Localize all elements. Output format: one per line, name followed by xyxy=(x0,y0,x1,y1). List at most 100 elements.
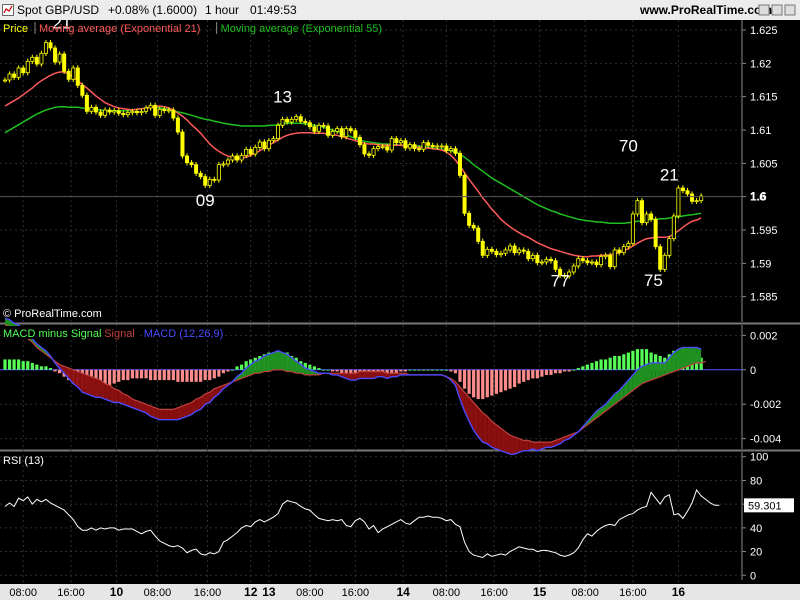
macd-histogram-bar xyxy=(572,369,576,371)
x-tick-label: 08:00 xyxy=(9,587,37,599)
price-candle xyxy=(57,53,62,63)
price-candle xyxy=(549,258,554,262)
macd-histogram-bar xyxy=(458,369,462,382)
price-candle xyxy=(148,104,153,109)
macd-histogram-bar xyxy=(622,354,626,370)
title-bar: Spot GBP/USD +0.08% (1.6000) 1 hour 01:4… xyxy=(0,0,800,21)
macd-histogram-bar xyxy=(189,369,194,382)
rsi-last-value-label: 59.301 xyxy=(748,500,782,512)
macd-histogram-bar xyxy=(235,366,239,370)
price-candle xyxy=(690,193,695,202)
macd-histogram-bar xyxy=(635,349,640,370)
price-candle xyxy=(16,67,21,78)
macd-histogram-bar xyxy=(544,369,549,375)
macd-histogram-bar xyxy=(203,369,207,381)
macd-band xyxy=(678,347,683,370)
macd-band xyxy=(491,421,497,449)
price-candle xyxy=(134,110,139,114)
macd-histogram-bar xyxy=(53,369,57,372)
price-candle xyxy=(553,260,558,270)
macd-histogram-bar xyxy=(626,352,630,370)
macd-histogram-bar xyxy=(7,359,12,370)
price-candle xyxy=(471,224,476,229)
macd-histogram-bar xyxy=(549,369,553,375)
macd-histogram-bar xyxy=(444,369,448,371)
macd-histogram-bar xyxy=(563,369,567,372)
macd-histogram-bar xyxy=(185,369,189,382)
macd-histogram-bar xyxy=(417,369,421,371)
macd-histogram-bar xyxy=(476,369,480,400)
macd-histogram-bar xyxy=(558,369,562,374)
x-tick-label: 16:00 xyxy=(342,587,370,599)
x-tick-label: 08:00 xyxy=(433,587,461,599)
price-candle xyxy=(25,60,30,74)
macd-histogram-bar xyxy=(631,350,635,370)
price-candle xyxy=(571,265,576,273)
price-candle xyxy=(198,172,203,178)
price-candle xyxy=(294,116,299,120)
price-candle xyxy=(580,258,585,262)
price-candle xyxy=(435,145,440,148)
macd-band xyxy=(82,373,87,394)
price-candle xyxy=(312,126,317,132)
price-candle xyxy=(285,118,290,123)
macd-histogram-bar xyxy=(331,369,335,372)
price-candle xyxy=(658,246,663,270)
price-candle xyxy=(617,249,622,254)
price-candle xyxy=(389,138,394,151)
price-candle xyxy=(653,218,658,248)
macd-histogram-bar xyxy=(117,369,121,382)
price-candle xyxy=(7,73,12,81)
macd-histogram-bar xyxy=(139,369,144,379)
macd-band xyxy=(687,347,693,367)
price-candle xyxy=(121,112,126,116)
macd-histogram-bar xyxy=(12,359,16,370)
macd-histogram-bar xyxy=(490,369,494,396)
y-tick-label: 1.62 xyxy=(750,58,771,70)
price-candle xyxy=(608,254,613,268)
macd-band xyxy=(651,362,656,381)
macd-band xyxy=(655,362,661,379)
price-candle xyxy=(271,138,276,142)
price-candle xyxy=(130,110,135,114)
macd-tick-label: -0.004 xyxy=(750,434,781,446)
macd-histogram-bar xyxy=(112,369,116,384)
window-icons[interactable] xyxy=(758,4,798,16)
macd-histogram-bar xyxy=(226,369,230,372)
macd-histogram-bar xyxy=(144,369,148,379)
rsi-tick-label: 100 xyxy=(750,452,768,464)
y-tick-label: 1.625 xyxy=(750,25,778,37)
macd-band xyxy=(105,383,110,401)
macd-histogram-bar xyxy=(522,369,526,382)
macd-histogram-bar xyxy=(44,366,48,370)
x-tick-label: 10 xyxy=(110,585,124,599)
price-candle xyxy=(244,148,249,156)
price-candle xyxy=(539,261,544,264)
macd-histogram-bar xyxy=(135,369,139,379)
macd-histogram-bar xyxy=(121,369,125,381)
y-tick-label: 1.605 xyxy=(750,158,778,170)
macd-band xyxy=(359,371,365,379)
macd-histogram-bar xyxy=(608,357,612,370)
macd-band xyxy=(642,364,647,384)
macd-histogram-bar xyxy=(403,369,407,372)
price-candle xyxy=(221,163,226,166)
macd-histogram-bar xyxy=(321,369,326,371)
macd-band xyxy=(514,436,520,455)
chart-canvas[interactable]: 08:00 16:00 10 08:00 16:00 12 13 08:00 16:00 14 08… xyxy=(0,20,800,600)
macd-histogram-bar xyxy=(617,356,621,370)
x-tick-label: 14 xyxy=(396,585,410,599)
price-candle xyxy=(603,254,608,258)
price-candle xyxy=(621,246,626,254)
macd-band xyxy=(369,371,374,379)
price-candle xyxy=(680,187,685,192)
macd-histogram-bar xyxy=(26,361,30,370)
x-tick-label: 16 xyxy=(672,585,686,599)
price-candle xyxy=(280,118,285,126)
price-candle xyxy=(480,240,485,256)
price-candle xyxy=(430,144,435,148)
macd-histogram-bar xyxy=(453,369,458,374)
x-tick-label: 16:00 xyxy=(619,587,647,599)
watermark: © ProRealTime.com xyxy=(3,308,102,320)
macd-band xyxy=(496,424,501,451)
